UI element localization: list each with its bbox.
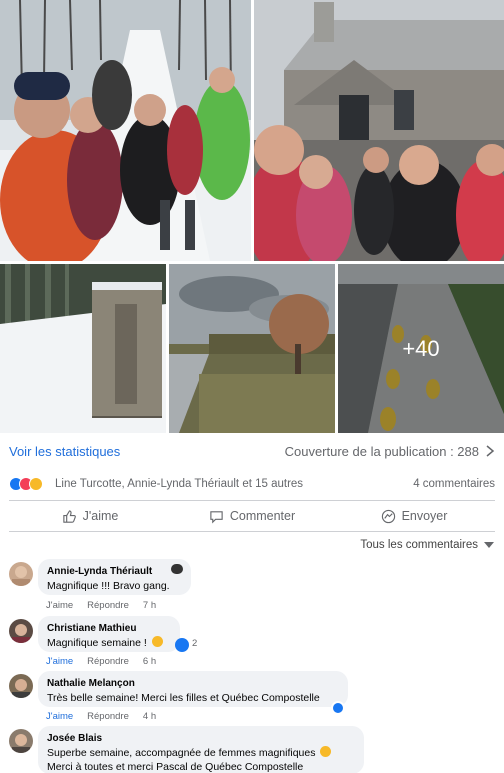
comment-reply-link[interactable]: Répondre	[87, 711, 129, 722]
comment-like-link[interactable]: J'aime	[46, 600, 73, 611]
view-stats-link[interactable]: Voir les statistiques	[9, 444, 120, 459]
send-button-label: Envoyer	[401, 509, 448, 523]
comment-text-line-2: Merci à toutes et merci Pascal de Québec…	[47, 761, 304, 773]
like-reaction-icon[interactable]	[175, 638, 189, 652]
caret-down-icon	[484, 542, 494, 548]
comment-item: Josée Blais Superbe semaine, accompagnée…	[9, 726, 499, 773]
comment-bubble: Nathalie Melançon Très belle semaine! Me…	[38, 671, 348, 707]
like-button[interactable]: J'aime	[9, 509, 171, 524]
comments-filter-label: Tous les commentaires	[360, 539, 478, 551]
comment-bubble: Christiane Mathieu Magnifique semaine !	[38, 616, 180, 652]
hearts-face-emoji-icon	[151, 636, 163, 647]
send-button[interactable]: Envoyer	[333, 509, 495, 524]
comment-bubble: Annie-Lynda Thériault Magnifique !!! Bra…	[38, 559, 191, 595]
post-actions: J'aime Commenter Envoyer	[9, 504, 495, 528]
comment-bubble: Josée Blais Superbe semaine, accompagnée…	[38, 726, 364, 773]
comment-item: Christiane Mathieu Magnifique semaine ! …	[9, 616, 499, 669]
photo-grid: +40	[0, 0, 504, 433]
care-reaction-icon	[29, 477, 43, 491]
comment-time[interactable]: 7 h	[143, 600, 156, 611]
photo-snow-shack[interactable]	[0, 264, 166, 433]
comment-like-link[interactable]: J'aime	[46, 656, 73, 667]
photo-group-snowy-trail[interactable]	[0, 0, 251, 261]
reactions-summary: Line Turcotte, Annie-Lynda Thériault et …	[0, 473, 504, 495]
comment-button[interactable]: Commenter	[171, 509, 333, 524]
comment-author[interactable]: Christiane Mathieu	[47, 622, 171, 636]
avatar[interactable]	[9, 562, 33, 586]
comment-meta: J'aime Répondre 7 h	[46, 600, 156, 611]
reaction-names[interactable]: Line Turcotte, Annie-Lynda Thériault et …	[55, 478, 303, 490]
comment-meta: J'aime Répondre 6 h	[46, 656, 156, 667]
post-reach[interactable]: Couverture de la publication : 288	[285, 444, 495, 459]
photo-sidewalk-more[interactable]: +40	[338, 264, 504, 433]
comment-author[interactable]: Josée Blais	[47, 732, 355, 746]
comment-author[interactable]: Annie-Lynda Thériault	[47, 565, 182, 579]
comment-button-label: Commenter	[229, 509, 296, 523]
comments-filter[interactable]: Tous les commentaires	[360, 537, 494, 553]
comment-text: Très belle semaine! Merci les filles et …	[47, 692, 320, 704]
reaction-icons[interactable]	[9, 477, 43, 491]
like-button-label: J'aime	[82, 509, 119, 523]
comment-count[interactable]: 4 commentaires	[413, 478, 495, 490]
comment-item: Nathalie Melançon Très belle semaine! Me…	[9, 671, 499, 724]
comment-author[interactable]: Nathalie Melançon	[47, 677, 339, 691]
comment-text-line-1: Superbe semaine, accompagnée de femmes m…	[47, 747, 316, 759]
comment-reply-link[interactable]: Répondre	[87, 656, 129, 667]
comment-meta: J'aime Répondre 4 h	[46, 711, 156, 722]
chevron-right-icon	[486, 445, 495, 457]
divider	[9, 531, 495, 532]
sunglasses-emoji-icon	[171, 564, 183, 574]
hearts-face-emoji-icon	[320, 746, 332, 757]
thumbs-up-icon	[62, 509, 76, 523]
avatar[interactable]	[9, 729, 33, 753]
comment-reaction-count[interactable]: 2	[192, 638, 197, 649]
divider	[9, 500, 495, 501]
photo-group-church[interactable]	[254, 0, 504, 261]
post-reach-label: Couverture de la publication : 288	[284, 443, 479, 459]
comment-icon	[210, 510, 223, 523]
comment-item: Annie-Lynda Thériault Magnifique !!! Bra…	[9, 559, 499, 612]
comment-reply-link[interactable]: Répondre	[87, 600, 129, 611]
messenger-icon	[381, 509, 395, 523]
more-photos-count[interactable]: +40	[338, 264, 504, 433]
comment-like-link[interactable]: J'aime	[46, 711, 73, 722]
photo-field-tree[interactable]	[169, 264, 335, 433]
comment-text: Magnifique semaine !	[47, 637, 147, 649]
stats-row: Voir les statistiques Couverture de la p…	[0, 436, 504, 466]
comment-time[interactable]: 6 h	[143, 656, 156, 667]
avatar[interactable]	[9, 674, 33, 698]
avatar[interactable]	[9, 619, 33, 643]
like-reaction-icon[interactable]	[331, 701, 345, 715]
comment-time[interactable]: 4 h	[143, 711, 156, 722]
comment-text: Magnifique !!! Bravo gang.	[47, 580, 170, 592]
